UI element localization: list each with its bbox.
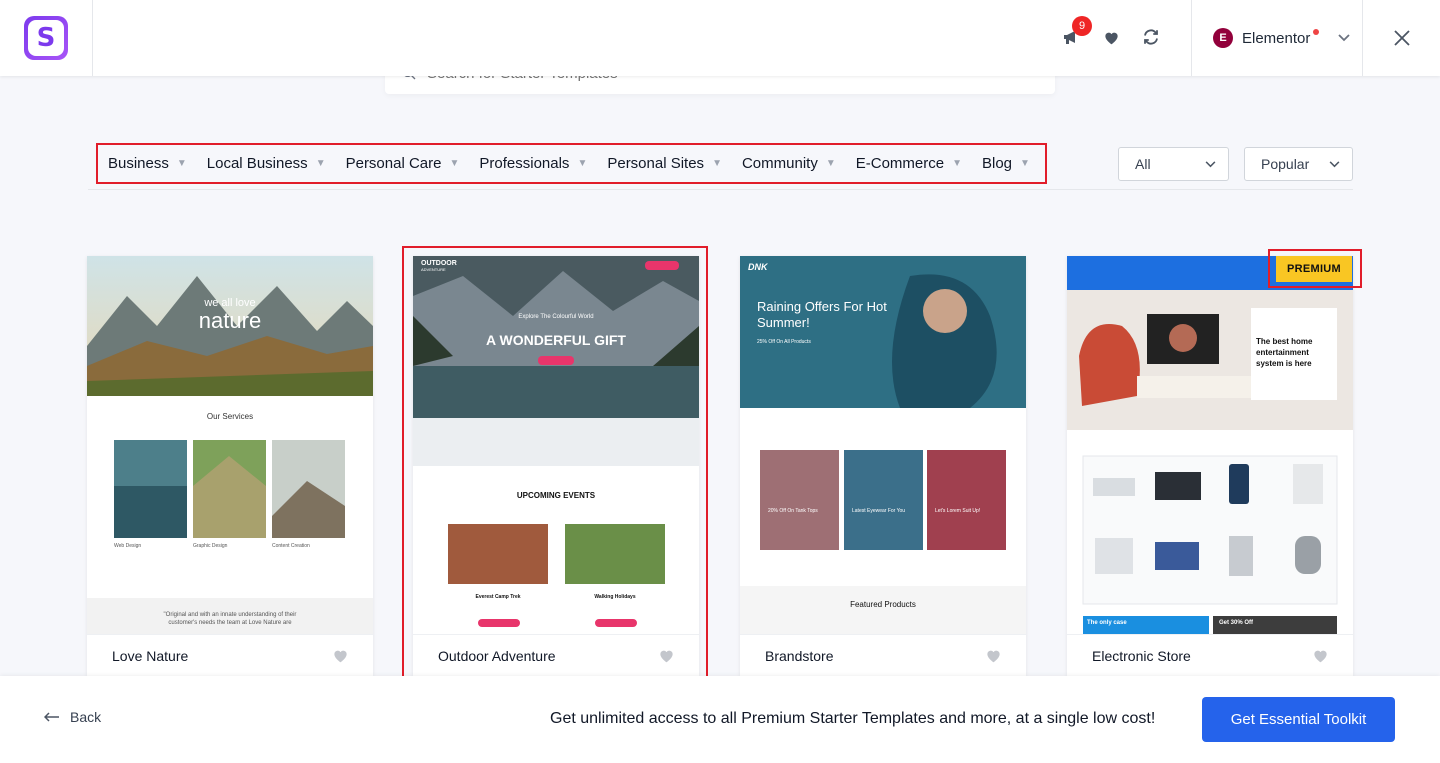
category-blog[interactable]: Blog ▼: [982, 155, 1030, 172]
chevron-down-icon: ▼: [952, 158, 962, 169]
sync-icon[interactable]: [1140, 22, 1162, 52]
logo-letter: S: [28, 20, 64, 56]
elementor-logo-icon: E: [1213, 28, 1233, 48]
card-footer: Brandstore: [740, 634, 1026, 676]
template-card-love-nature[interactable]: we all love nature Our Services Web Desi…: [87, 256, 373, 676]
category-label: Business: [108, 155, 169, 172]
template-thumbnail: DNK Raining Offers For Hot Summer! 25% O…: [740, 256, 1026, 634]
category-local-business[interactable]: Local Business ▼: [207, 155, 326, 172]
chevron-down-icon: ▼: [176, 158, 187, 169]
favorite-heart-icon[interactable]: [1312, 648, 1329, 663]
chevron-down-icon: ▼: [449, 158, 460, 169]
card-footer: Electronic Store: [1067, 634, 1353, 676]
chevron-down-icon: [1205, 160, 1216, 167]
thumb-item: Web Design: [114, 543, 142, 549]
top-icons: 9: [1060, 16, 1162, 52]
builder-label: Elementor: [1242, 29, 1311, 47]
category-personal-care[interactable]: Personal Care ▼: [346, 155, 460, 172]
category-tabs: Business ▼ Local Business ▼ Personal Care ▼…: [96, 143, 1047, 184]
thumb-sub: 25% Off On All Products: [757, 339, 811, 345]
template-thumbnail: we all love nature Our Services Web Desi…: [87, 256, 373, 634]
category-label: Blog: [982, 155, 1013, 172]
category-e-commerce[interactable]: E-Commerce ▼: [856, 155, 962, 172]
highlight-outline: [1268, 249, 1362, 288]
chevron-down-icon: [1338, 34, 1351, 42]
template-card-electronic-store[interactable]: The best home entertainment system is he…: [1067, 256, 1353, 676]
thumb-promo: The only case: [1087, 620, 1127, 626]
category-business[interactable]: Business ▼: [108, 155, 187, 172]
category-label: Personal Care: [345, 155, 442, 172]
type-filter-select[interactable]: All: [1118, 147, 1229, 181]
favorite-heart-icon[interactable]: [985, 648, 1002, 663]
megaphone-icon[interactable]: 9: [1060, 16, 1092, 52]
thumb-headline: The best home entertainment system is he…: [1256, 337, 1313, 368]
thumb-hero-line2: nature: [198, 308, 262, 333]
back-button[interactable]: Back: [44, 709, 101, 725]
template-title: Love Nature: [112, 647, 189, 664]
category-label: Local Business: [206, 155, 308, 172]
chevron-down-icon: ▼: [577, 158, 588, 169]
category-label: Professionals: [479, 155, 570, 172]
category-community[interactable]: Community ▼: [742, 155, 836, 172]
template-title: Electronic Store: [1092, 647, 1191, 664]
thumb-tile: Let's Lorem Suit Up!: [935, 508, 981, 514]
back-label: Back: [70, 709, 102, 725]
thumb-quote: "Original and with an innate understandi…: [163, 612, 297, 626]
category-label: Community: [741, 155, 818, 172]
filter-divider: [88, 189, 1353, 190]
thumb-headline: Raining Offers For Hot Summer!: [757, 299, 887, 330]
chevron-down-icon: ▼: [825, 158, 836, 169]
close-icon: [1394, 30, 1410, 46]
page-builder-select[interactable]: E Elementor: [1191, 0, 1363, 76]
favorite-heart-icon[interactable]: [332, 648, 349, 663]
thumb-promo: Get 30% Off: [1219, 620, 1254, 626]
thumb-tile: 20% Off On Tank Tops: [768, 508, 818, 514]
chevron-down-icon: ▼: [1020, 158, 1030, 169]
thumb-section-title: Our Services: [206, 412, 254, 421]
upgrade-promo-text: Get unlimited access to all Premium Star…: [550, 710, 1156, 727]
get-essential-toolkit-button[interactable]: Get Essential Toolkit: [1202, 697, 1395, 742]
sort-value: Popular: [1261, 156, 1310, 172]
chevron-down-icon: [1329, 160, 1340, 167]
top-bar: S 9 E Elementor: [0, 0, 1440, 76]
bottom-bar: Back Get unlimited access to all Premium…: [0, 676, 1440, 763]
sort-select[interactable]: Popular: [1244, 147, 1353, 181]
card-footer: Love Nature: [87, 634, 373, 676]
category-label: E-Commerce: [855, 155, 945, 172]
arrow-left-icon: [44, 712, 59, 722]
category-professionals[interactable]: Professionals ▼: [479, 155, 587, 172]
thumb-brand: DNK: [748, 262, 768, 272]
template-thumbnail: The best home entertainment system is he…: [1067, 256, 1353, 634]
chevron-down-icon: ▼: [315, 158, 326, 169]
template-card-brandstore[interactable]: DNK Raining Offers For Hot Summer! 25% O…: [740, 256, 1026, 676]
builder-dot: [1313, 29, 1320, 35]
thumb-tile: Latest Eyewear For You: [852, 508, 906, 514]
notification-badge: 9: [1072, 16, 1092, 36]
category-personal-sites[interactable]: Personal Sites ▼: [607, 155, 722, 172]
thumb-item: Content Creation: [272, 543, 310, 549]
template-title: Brandstore: [765, 647, 834, 664]
thumb-section-title: Featured Products: [850, 600, 916, 609]
heart-icon[interactable]: [1100, 22, 1122, 52]
logo-cell: S: [0, 0, 93, 76]
category-label: Personal Sites: [607, 155, 705, 172]
thumb-item: Graphic Design: [193, 543, 228, 549]
starter-templates-logo[interactable]: S: [24, 16, 68, 60]
close-button[interactable]: [1364, 0, 1440, 76]
type-filter-value: All: [1135, 156, 1151, 172]
chevron-down-icon: ▼: [712, 158, 722, 169]
highlight-outline: [402, 246, 708, 688]
